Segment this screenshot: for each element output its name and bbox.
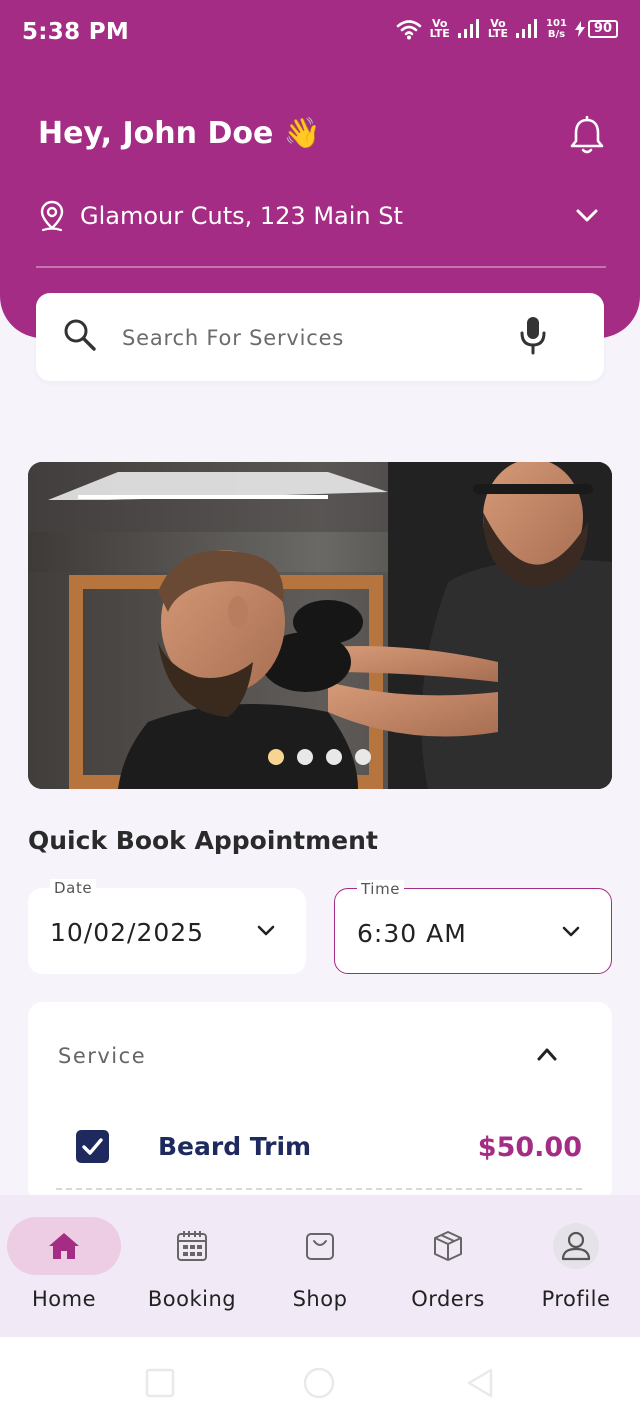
nav-item-booking[interactable]: Booking [128,1217,256,1327]
carousel-dot-active[interactable] [268,749,284,765]
speed-unit: B/s [547,29,566,40]
chevron-up-icon[interactable] [536,1046,558,1062]
carousel-dots [268,749,371,765]
user-icon [553,1223,599,1269]
signal-icon-2 [516,19,538,38]
bottom-navigation: Home Booking Shop Orders Profile [0,1195,640,1337]
nav-profile-wrap [519,1217,633,1275]
carousel-dot[interactable] [297,749,313,765]
network-speed: 101 B/s [546,18,567,40]
date-value: 10/02/2025 [50,918,205,947]
time-field[interactable]: Time 6:30 AM [334,880,612,974]
home-button-icon[interactable] [302,1366,336,1400]
nav-label-booking: Booking [147,1287,237,1311]
microphone-icon[interactable] [518,315,548,355]
box-icon [434,1231,462,1261]
calendar-icon [177,1231,207,1261]
location-pin-icon [40,200,64,232]
charging-icon [574,21,585,37]
nav-label-shop: Shop [292,1287,348,1311]
nav-orders-wrap [391,1217,505,1275]
nav-item-shop[interactable]: Shop [256,1217,384,1327]
service-name: Beard Trim [158,1132,312,1161]
service-checkbox[interactable] [76,1130,109,1163]
chevron-down-icon [562,926,580,937]
promo-banner[interactable] [28,462,612,789]
carousel-dot[interactable] [326,749,342,765]
service-price: $50.00 [477,1132,582,1163]
greeting-title: Hey, John Doe 👋 [38,116,322,151]
nav-item-home[interactable]: Home [0,1217,128,1327]
volte-label-2: Vo LTE [487,17,509,40]
nav-home-highlight [7,1217,121,1275]
nav-shop-wrap [263,1217,377,1275]
service-item[interactable]: Beard Trim $50.00 [28,1110,612,1190]
header-divider [36,266,606,268]
carousel-dot[interactable] [355,749,371,765]
status-icons: Vo LTE Vo LTE 101 B/s 90 [396,18,618,40]
barber-photo-image [28,462,612,789]
search-icon [64,319,96,351]
location-label: Glamour Cuts, 123 Main St [80,202,403,230]
notification-bell-icon[interactable] [568,116,606,156]
status-bar: 5:38 PM Vo LTE Vo LTE 101 B/s 90 [0,0,640,66]
shopping-bag-icon [306,1233,334,1260]
dashed-divider [56,1188,582,1190]
quick-book-title: Quick Book Appointment [28,826,378,855]
wifi-icon [396,20,421,40]
recent-apps-icon[interactable] [145,1368,175,1398]
system-navigation-bar [0,1337,640,1422]
nav-label-orders: Orders [411,1287,485,1311]
chevron-down-icon [257,925,275,936]
time-label: Time [357,880,405,898]
nav-item-orders[interactable]: Orders [384,1217,512,1327]
service-label: Service [58,1044,147,1068]
service-card: Service Beard Trim $50.00 [28,1002,612,1202]
nav-label-home: Home [31,1287,96,1311]
home-icon [49,1233,79,1259]
battery-indicator: 90 [574,20,618,38]
date-field[interactable]: Date 10/02/2025 [28,879,306,974]
nav-booking-wrap [135,1217,249,1275]
back-icon[interactable] [465,1367,495,1399]
status-time: 5:38 PM [22,19,130,45]
search-bar[interactable] [36,293,604,381]
checkmark-icon [82,1138,103,1155]
nav-label-profile: Profile [541,1287,611,1311]
battery-level: 90 [587,20,618,38]
time-value: 6:30 AM [357,919,467,948]
nav-item-profile[interactable]: Profile [512,1217,640,1327]
signal-icon-1 [457,19,479,38]
date-label: Date [50,879,97,897]
speed-value: 101 [546,18,567,29]
search-input[interactable] [122,321,502,355]
volte-label-1: Vo LTE [429,17,450,40]
chevron-down-icon[interactable] [574,205,600,227]
location-selector[interactable]: Glamour Cuts, 123 Main St [38,200,403,232]
